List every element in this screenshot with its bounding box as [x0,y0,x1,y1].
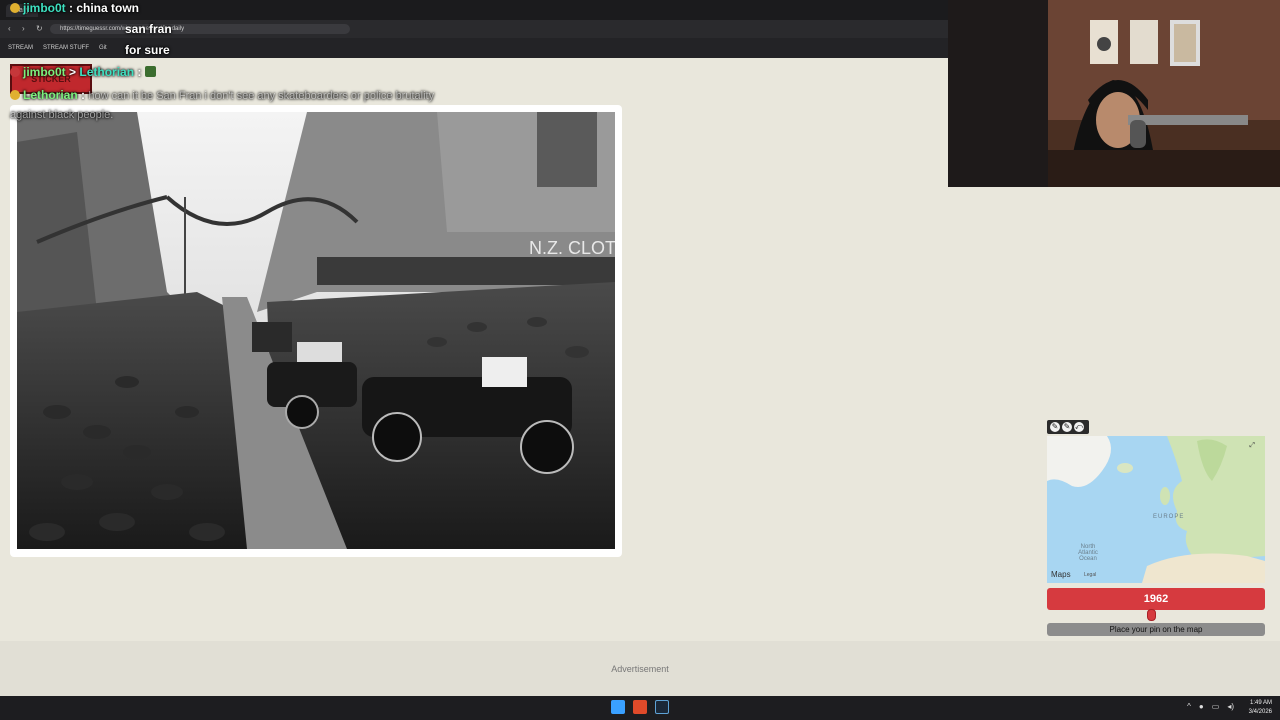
storefront-sign: N.Z. CLOT [529,238,615,258]
url-field[interactable]: https://timeguessr.com/wherewhenandfived… [50,24,350,34]
historical-photo[interactable]: N.Z. CLOT [17,112,615,549]
tab-strip: Daily [0,0,948,20]
webcam-feed [948,0,1280,187]
bookmark-stream-stuff[interactable]: STREAM STUFF [43,45,89,51]
reload-icon[interactable]: ↻ [36,25,44,33]
ad-area: Advertisement [0,641,1280,696]
maps-brand-text: Maps [1051,570,1071,579]
chat-mention: Lethorian [79,65,135,79]
clock-time: 1:49 AM [1249,700,1272,706]
clock[interactable]: 1:49 AM 3/4/2026 [1249,699,1272,717]
chat-username: Lethorian [23,88,78,102]
map-toolbar: ✎ ✎ ⤺ [1047,420,1089,434]
badge-icon [10,67,20,77]
system-tray: ^ ● ▭ ◂) [1187,702,1234,711]
emote-icon [144,66,156,77]
year-display: 1962 [1047,588,1265,610]
steam-icon[interactable] [655,700,669,714]
street-parade-photo: N.Z. CLOT [17,112,615,549]
pencil-icon[interactable]: ✎ [1050,422,1060,432]
year-slider-handle[interactable] [1147,609,1157,621]
chat-text: for sure [125,43,170,57]
world-map[interactable]: EUROPE North Atlantic Ocean ⤢ Maps Legal [1047,436,1265,583]
chat-message: jimbo0t : china town [10,1,139,15]
map-label-europe: EUROPE [1153,514,1185,520]
expand-icon[interactable]: ⤢ [1249,442,1255,450]
legal-link[interactable]: Legal [1084,572,1096,578]
brave-browser-icon[interactable] [633,700,647,714]
forward-icon[interactable]: › [22,25,30,33]
chat-text: china town [76,1,140,15]
back-icon[interactable]: ‹ [8,25,16,33]
advertisement-label: Advertisement [611,664,669,674]
bookmark-stream[interactable]: STREAM [8,45,33,51]
place-pin-button[interactable]: Place your pin on the map [1047,623,1265,636]
clock-date: 3/4/2026 [1248,709,1272,715]
chevron-up-icon[interactable]: ^ [1187,702,1191,711]
streamer-camera [948,0,1280,187]
photo-card: N.Z. CLOT [10,105,622,557]
chat-message: Lethorian : how can it be San Fran i don… [10,88,435,121]
undo-icon[interactable]: ⤺ [1074,422,1084,432]
chat-text: : [137,65,142,79]
microphone-icon[interactable]: ● [1199,702,1204,711]
chat-text: san fran [125,22,172,36]
chat-message: jimbo0t > Lethorian : [10,65,156,79]
windows-start-icon[interactable] [611,700,625,714]
chat-username: jimbo0t [23,65,66,79]
taskbar: ^ ● ▭ ◂) 1:49 AM 3/4/2026 [0,696,1280,720]
bookmark-git[interactable]: Git [99,45,107,51]
pencil-icon[interactable]: ✎ [1062,422,1072,432]
maps-brand: Maps [1051,570,1071,579]
chat-username: jimbo0t [23,1,66,15]
badge-icon [10,90,20,100]
chat-message: san fran [125,22,172,36]
map-label-ocean: North Atlantic Ocean [1078,544,1098,562]
chat-message: for sure [125,43,170,57]
network-icon[interactable]: ▭ [1212,702,1220,711]
volume-icon[interactable]: ◂) [1227,702,1234,711]
subscriber-badge-icon [10,3,20,13]
